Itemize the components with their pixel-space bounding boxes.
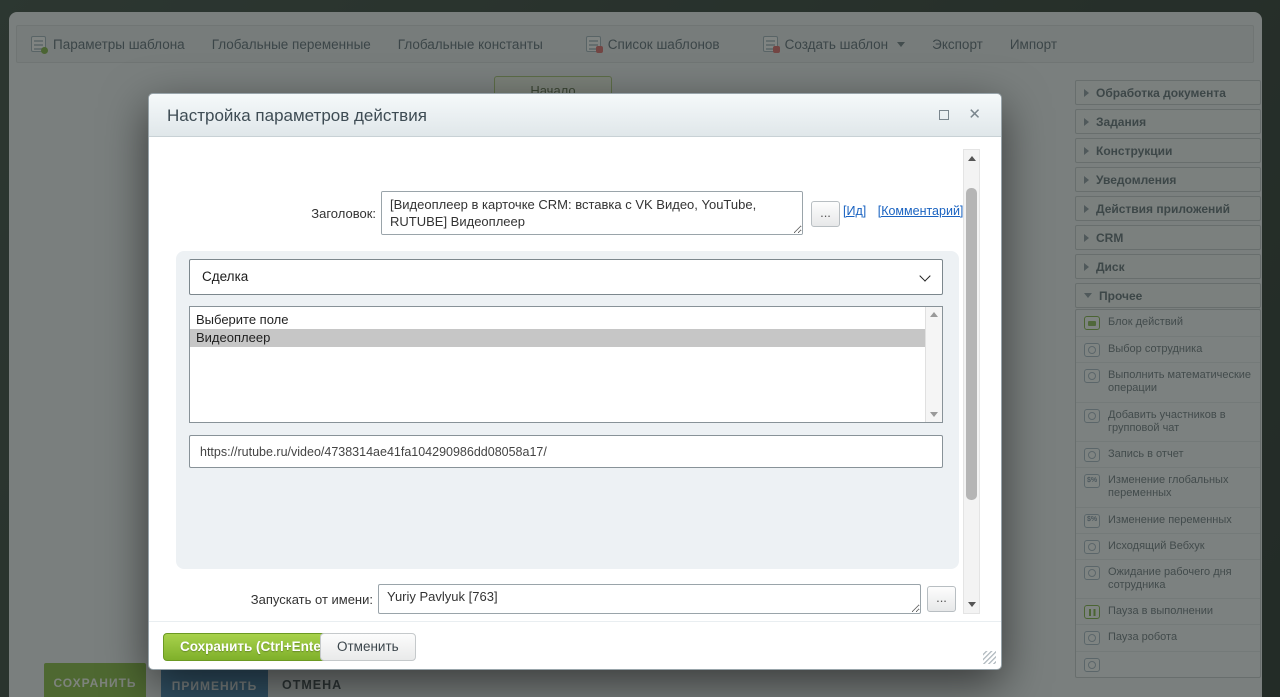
scroll-down-icon[interactable] [964,597,979,612]
run-as-label: Запускать от имени: [233,592,373,607]
listbox-option-selected[interactable]: Видеоплеер [190,329,925,347]
scroll-down-icon[interactable] [930,412,938,417]
page: Параметры шаблона Глобальные переменные … [0,0,1280,697]
id-link[interactable]: [Ид] [843,204,866,218]
dialog-cancel-button[interactable]: Отменить [320,633,416,661]
field-links: [Ид] [Комментарий] [843,204,971,218]
action-settings-dialog: Настройка параметров действия ✕ Заголово… [148,93,1002,670]
video-url-input[interactable] [189,435,943,468]
run-as-input[interactable]: Yuriy Pavlyuk [763] [378,584,921,614]
dialog-title: Настройка параметров действия [167,94,427,137]
footer-divider [149,621,1001,622]
entity-type-select[interactable]: Сделка [189,259,943,295]
action-settings-panel: Сделка Выберите поле Видеоплеер [176,251,959,569]
listbox-option[interactable]: Выберите поле [190,311,925,329]
close-icon[interactable]: ✕ [968,106,981,124]
title-more-button[interactable]: ... [811,201,840,227]
maximize-icon[interactable] [939,110,949,120]
field-listbox[interactable]: Выберите поле Видеоплеер [189,306,943,423]
dialog-resize-grip[interactable] [983,651,996,664]
run-as-more-button[interactable]: ... [927,586,956,612]
title-field-label: Заголовок: [269,206,376,221]
scrollbar-thumb[interactable] [966,188,977,500]
title-field-input[interactable]: [Видеоплеер в карточке CRM: вставка с VK… [381,191,803,235]
entity-type-value: Сделка [202,269,248,284]
comment-link[interactable]: [Комментарий] [878,204,964,218]
scroll-up-icon[interactable] [964,151,979,166]
dialog-scrollbar[interactable] [963,149,980,614]
listbox-scrollbar[interactable] [925,307,942,422]
chevron-down-icon [919,270,930,281]
scroll-up-icon[interactable] [930,312,938,317]
dialog-titlebar[interactable]: Настройка параметров действия ✕ [149,94,1001,137]
